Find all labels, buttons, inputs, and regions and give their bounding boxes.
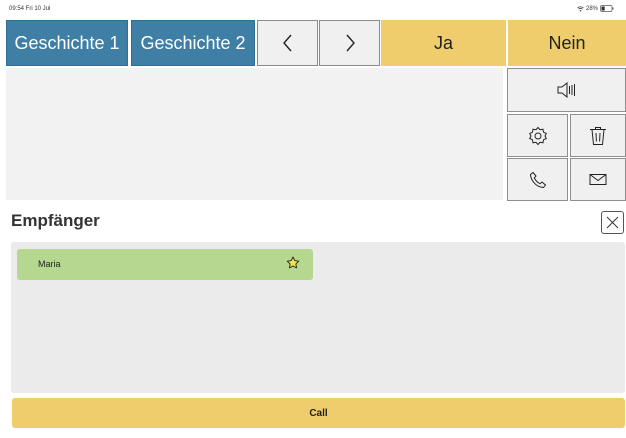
status-bar: 09:54 Fri 10 Jul 28% — [0, 0, 626, 20]
delete-button[interactable] — [570, 114, 626, 157]
status-indicators: 28% — [577, 5, 614, 12]
call-button[interactable]: Call — [12, 398, 625, 428]
recipients-title: Empfänger — [11, 211, 100, 230]
phone-button[interactable] — [507, 158, 568, 201]
settings-button[interactable] — [507, 114, 568, 157]
story-1-button[interactable]: Geschichte 1 — [6, 20, 128, 66]
battery-icon — [600, 5, 614, 12]
gear-icon — [528, 126, 547, 145]
message-text-area[interactable] — [6, 68, 503, 200]
yes-button[interactable]: Ja — [381, 20, 506, 66]
mail-icon — [589, 174, 607, 185]
status-time: 09:54 Fri 10 Jul — [9, 6, 51, 12]
chevron-left-icon — [282, 34, 292, 52]
toolbar: Geschichte 1 Geschichte 2 Ja Nein — [0, 20, 626, 66]
speaker-icon — [557, 82, 575, 98]
phone-icon — [529, 171, 546, 188]
wifi-icon — [577, 5, 584, 11]
recipients-list: Maria — [11, 242, 625, 393]
email-button[interactable] — [570, 158, 626, 201]
star-icon[interactable] — [286, 256, 300, 270]
no-button[interactable]: Nein — [508, 20, 626, 66]
story-2-button[interactable]: Geschichte 2 — [131, 20, 255, 66]
recipient-name: Maria — [38, 259, 61, 269]
trash-icon — [590, 126, 606, 145]
close-button[interactable] — [601, 211, 624, 234]
recipient-item-maria[interactable]: Maria — [17, 249, 313, 280]
next-button[interactable] — [319, 20, 380, 66]
previous-button[interactable] — [257, 20, 318, 66]
chevron-right-icon — [345, 34, 355, 52]
close-icon — [606, 216, 619, 229]
battery-percent: 28% — [585, 5, 598, 12]
speak-button[interactable] — [507, 68, 626, 112]
